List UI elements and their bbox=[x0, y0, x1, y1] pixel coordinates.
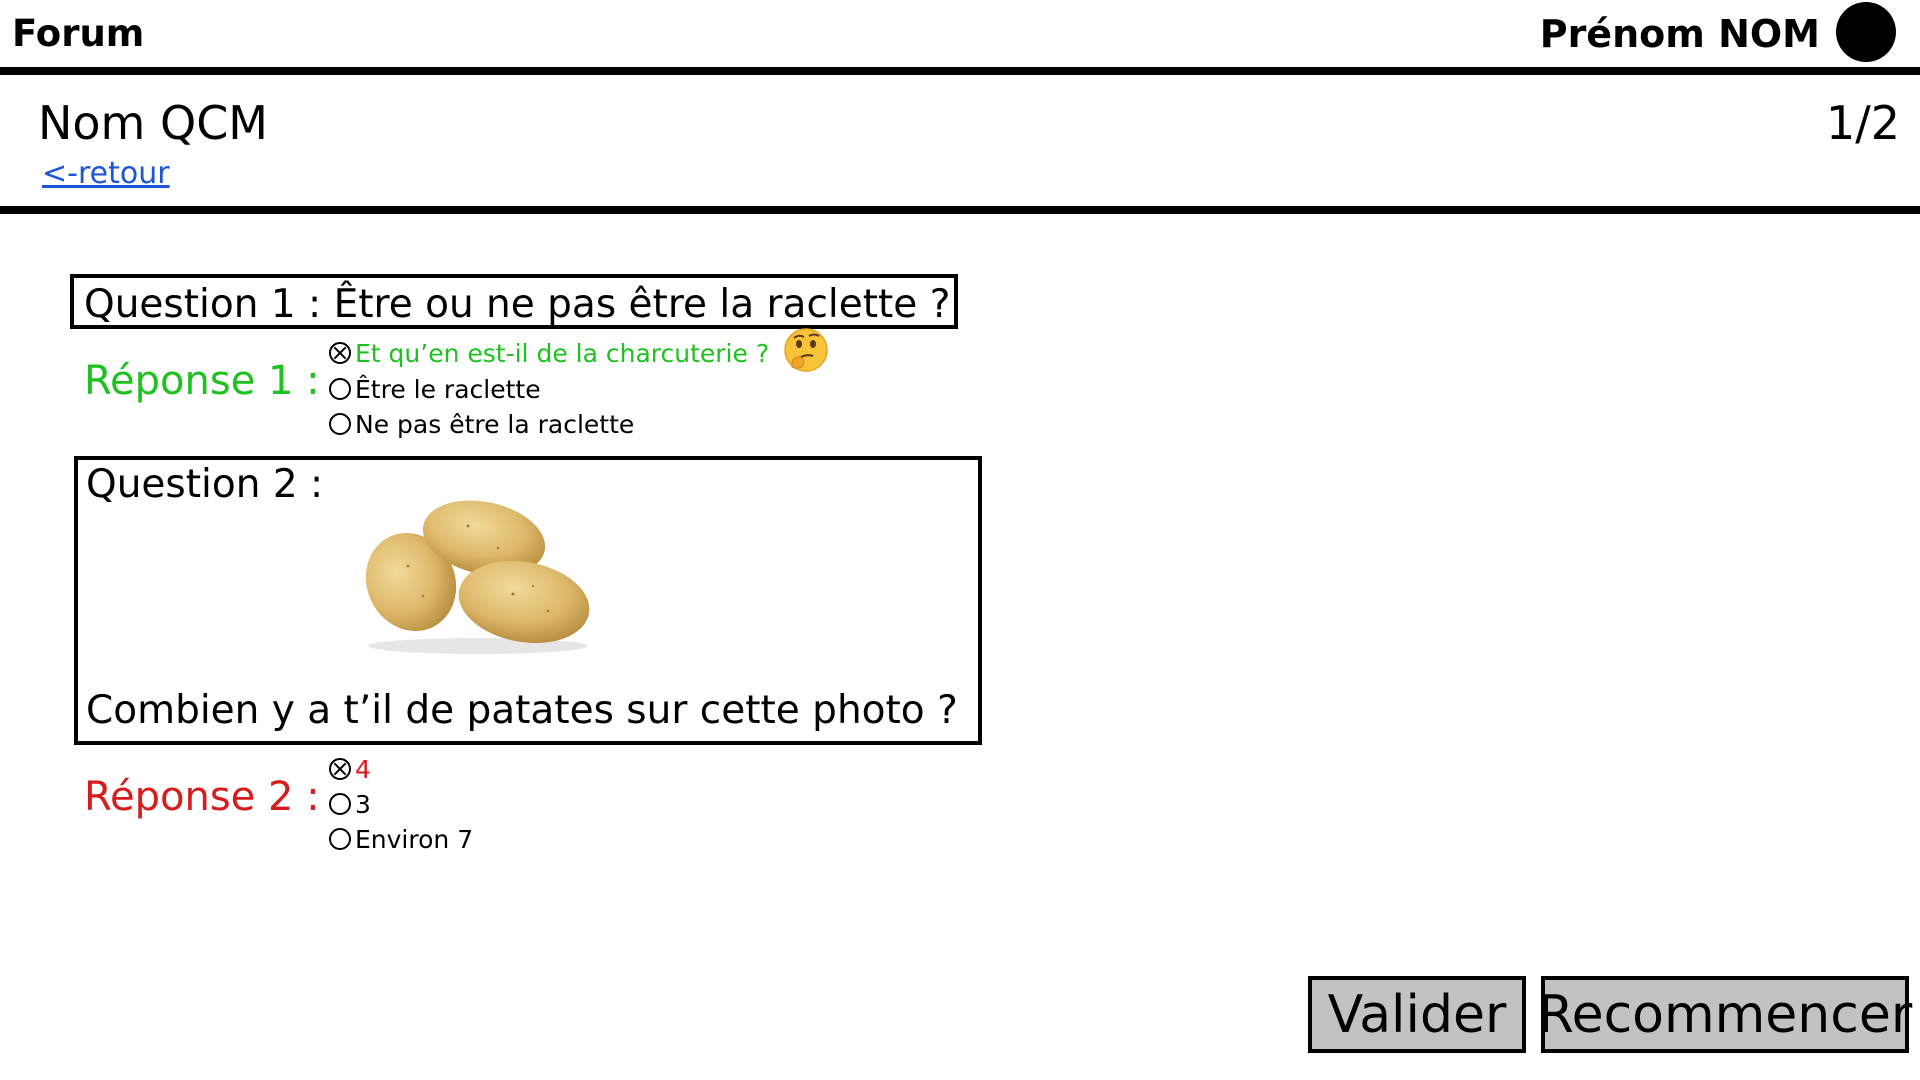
q2-option-1-label: 4 bbox=[355, 754, 371, 784]
top-bar: Forum Prénom NOM bbox=[0, 0, 1920, 68]
restart-button[interactable]: Recommencer bbox=[1538, 976, 1912, 1053]
q2-option-3-label: Environ 7 bbox=[355, 824, 474, 854]
avatar[interactable] bbox=[1836, 2, 1896, 62]
q1-option-2[interactable]: Être le raclette bbox=[329, 373, 541, 405]
header-divider bbox=[0, 206, 1920, 214]
top-divider bbox=[0, 67, 1920, 75]
qcm-page: Forum Prénom NOM Nom QCM 1/2 <-retour Qu… bbox=[0, 0, 1920, 1080]
radio-icon[interactable] bbox=[329, 828, 351, 850]
page-counter: 1/2 bbox=[1825, 96, 1900, 150]
validate-button[interactable]: Valider bbox=[1308, 976, 1526, 1053]
radio-checked-icon[interactable] bbox=[329, 758, 351, 780]
q2-option-3[interactable]: Environ 7 bbox=[329, 823, 473, 855]
question-1-text: Question 1 : Être ou ne pas être la racl… bbox=[84, 282, 951, 327]
answer-1-label: Réponse 1 : bbox=[84, 358, 320, 404]
back-link[interactable]: <-retour bbox=[42, 156, 170, 191]
q1-option-2-label: Être le raclette bbox=[355, 374, 541, 404]
radio-icon[interactable] bbox=[329, 793, 351, 815]
radio-icon[interactable] bbox=[329, 413, 351, 435]
question-2-label: Question 2 : bbox=[86, 462, 324, 507]
potatoes-image bbox=[348, 486, 608, 656]
answer-2-label: Réponse 2 : bbox=[84, 774, 320, 820]
q1-option-1[interactable]: Et qu’en est-il de la charcuterie ? bbox=[329, 328, 829, 372]
question-2-box: Question 2 : Combien y a t’il de patates… bbox=[74, 456, 982, 745]
thinking-face-icon bbox=[783, 327, 829, 379]
q1-option-3-label: Ne pas être la raclette bbox=[355, 409, 635, 439]
radio-icon[interactable] bbox=[329, 378, 351, 400]
user-name: Prénom NOM bbox=[1539, 12, 1820, 56]
page-title: Nom QCM bbox=[38, 96, 268, 150]
question-1-box: Question 1 : Être ou ne pas être la racl… bbox=[70, 274, 958, 329]
q1-option-1-label: Et qu’en est-il de la charcuterie ? bbox=[355, 338, 770, 368]
q1-option-3[interactable]: Ne pas être la raclette bbox=[329, 408, 634, 440]
question-2-text: Combien y a t’il de patates sur cette ph… bbox=[86, 688, 958, 733]
q2-option-1[interactable]: 4 bbox=[329, 753, 371, 785]
q2-option-2[interactable]: 3 bbox=[329, 788, 371, 820]
forum-nav-link[interactable]: Forum bbox=[12, 12, 144, 55]
radio-checked-icon[interactable] bbox=[329, 342, 351, 364]
q2-option-2-label: 3 bbox=[355, 789, 371, 819]
